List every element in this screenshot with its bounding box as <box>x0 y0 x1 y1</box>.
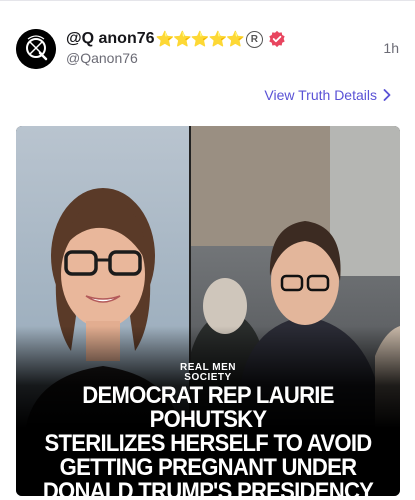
star-emojis: ⭐⭐⭐⭐⭐ <box>155 31 245 48</box>
image-headline: DEMOCRAT REP LAURIE POHUTSKY STERILIZES … <box>42 382 374 497</box>
user-handle[interactable]: @Qanon76 <box>66 50 138 66</box>
verified-badge-icon <box>269 30 285 48</box>
top-divider <box>0 0 415 1</box>
brand-logo-text: REAL MEN SOCIETY <box>16 363 400 383</box>
name-row: @Q anon76 ⭐⭐⭐⭐⭐ R <box>66 28 286 50</box>
chevron-right-icon <box>383 89 391 101</box>
q-emblem-icon <box>16 29 56 69</box>
post-media-image[interactable]: REAL MEN SOCIETY DEMOCRAT REP LAURIE POH… <box>16 126 400 496</box>
view-truth-details-label: View Truth Details <box>264 87 377 103</box>
post-timestamp: 1h <box>383 40 399 56</box>
registered-mark-icon: R <box>245 30 263 48</box>
user-avatar[interactable] <box>16 29 56 69</box>
post-header: @Q anon76 ⭐⭐⭐⭐⭐ R @Qanon76 1h <box>0 14 415 74</box>
display-name[interactable]: @Q anon76 <box>66 30 155 48</box>
view-truth-details-link[interactable]: View Truth Details <box>264 87 391 103</box>
